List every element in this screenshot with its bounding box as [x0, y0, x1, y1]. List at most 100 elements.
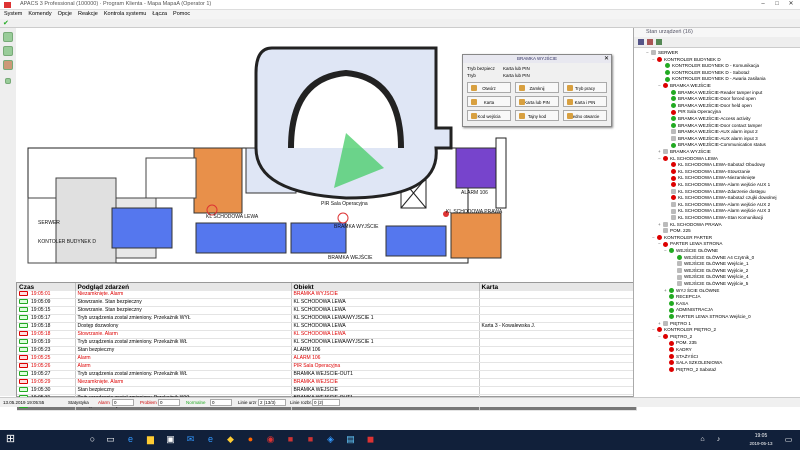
- tree-node[interactable]: KL SCHODOWA LEWA-Sabotaż Obudowy: [666, 162, 765, 168]
- event-row[interactable]: 19:05:19 Tryb urządzenia został zmieniony…: [17, 338, 637, 347]
- tree-node[interactable]: KONTROLER BUDYNEK D - Komunikacja: [660, 63, 759, 69]
- tree-node[interactable]: BRAMKA WEJŚCIE-Door held open: [666, 103, 752, 109]
- popup-button[interactable]: Karta i PIN: [563, 96, 607, 107]
- ie-icon[interactable]: e: [204, 433, 217, 446]
- tree-node[interactable]: KL SCHODOWA LEWA-Sabotaż czujki dowolnej: [666, 195, 777, 201]
- event-row[interactable]: 19:05:27 Tryb urządzenia został zmieniony…: [17, 370, 637, 379]
- map-tool-button[interactable]: [3, 46, 13, 56]
- tree-node[interactable]: KL SCHODOWA LEWA-Zdarzenie dostępu: [666, 189, 766, 195]
- tree-node[interactable]: − BRAMKA WEJŚCIE: [658, 83, 711, 89]
- popup-button[interactable]: Zamknij: [515, 82, 559, 93]
- event-row[interactable]: 19:05:15 Stowrzanie. Stan bezpieczny KL SC…: [17, 306, 637, 315]
- tree-node[interactable]: − PARTER LEWA STRONA: [658, 241, 723, 247]
- tree-node[interactable]: KL SCHODOWA LEWA-Niezamknięte: [666, 175, 755, 181]
- tree-node[interactable]: BRAMKA WEJŚCIE-Reader tamper input: [666, 90, 762, 96]
- tree-node[interactable]: BRAMKA WEJŚCIE-AUX alarm input 3: [666, 136, 758, 142]
- notification-icon[interactable]: ▭: [782, 433, 795, 446]
- tree-node[interactable]: BRAMKA WEJŚCIE-Communication status: [666, 142, 766, 148]
- tree-node[interactable]: + KL SCHODOWA PRAWA: [658, 222, 722, 228]
- event-row[interactable]: 19:05:23 Stan bezpieczny ALARM 106: [17, 346, 637, 355]
- volume-icon[interactable]: ♪: [712, 433, 725, 446]
- mail-icon[interactable]: ✉: [184, 433, 197, 446]
- tree-node[interactable]: POM. 235: [664, 340, 697, 346]
- map-tool-button[interactable]: [5, 78, 11, 84]
- tree-node[interactable]: + WYJ ŚCIE GŁÓWNE: [664, 288, 719, 294]
- tree-node[interactable]: KONTROLER BUDYNEK D - Awaria zasilania: [660, 76, 766, 82]
- tree-node[interactable]: KADRY: [664, 347, 692, 353]
- tree-node[interactable]: PIR Sala Operacyjna: [666, 109, 721, 115]
- tree-node[interactable]: − SERWER: [646, 50, 678, 56]
- search-icon[interactable]: ○: [86, 433, 99, 446]
- col-karta[interactable]: Karta: [479, 283, 637, 291]
- menu-item[interactable]: System: [4, 10, 22, 19]
- event-row[interactable]: 19:05:18 Stowrzanie. Alarm KL SCHODOWA LEW…: [17, 330, 637, 339]
- popup-button[interactable]: Kod wejścia: [467, 110, 511, 121]
- tree-node[interactable]: WEJŚCIE GŁÓWNE Wyjście_2: [672, 268, 748, 274]
- popup-button[interactable]: Otwórz: [467, 82, 511, 93]
- popup-button[interactable]: Karta: [467, 96, 511, 107]
- store-icon[interactable]: ▣: [164, 433, 177, 446]
- tree-node[interactable]: POM. 225: [658, 228, 691, 234]
- col-czas[interactable]: Czas: [17, 283, 76, 291]
- ok-filter-icon[interactable]: [656, 39, 662, 45]
- tree-node[interactable]: STAŻYŚCI: [664, 354, 698, 360]
- edge-icon[interactable]: e: [124, 433, 137, 446]
- col-obiekt[interactable]: Obiekt: [291, 283, 480, 291]
- tree-node[interactable]: − KONTROLER PARTER: [652, 235, 712, 241]
- alarm-filter-icon[interactable]: [647, 39, 653, 45]
- tree-node[interactable]: − KONTROLER PIĘTRO_2: [652, 327, 716, 333]
- tree-node[interactable]: KL SCHODOWA LEWA-Alarm wejście AUX 3: [666, 208, 770, 214]
- popup-close-icon[interactable]: ✕: [604, 55, 609, 62]
- app-icon-4[interactable]: ■: [284, 433, 297, 446]
- minimize-button[interactable]: –: [756, 0, 770, 9]
- tree-node[interactable]: + BRAMKA WYJŚCIE: [658, 149, 711, 155]
- tree-node[interactable]: − KONTROLER BUDYNEK D: [652, 57, 721, 63]
- tree-node[interactable]: − PIĘTRO_2: [658, 334, 692, 340]
- tree-node[interactable]: + PIĘTRO 1: [658, 321, 691, 327]
- event-row[interactable]: 19:05:01 Niezamknięte. Alarm BRAMKA WYJŚCI…: [17, 291, 637, 299]
- tree-node[interactable]: SALA SZKOLENIOWA: [664, 360, 722, 366]
- app-icon-8[interactable]: ◼: [364, 433, 377, 446]
- folder-icon[interactable]: ▆: [144, 433, 157, 446]
- tree-node[interactable]: KL SCHODOWA LEWA-Stan Komunikacji: [666, 215, 763, 221]
- maximize-button[interactable]: □: [770, 0, 784, 9]
- event-row[interactable]: 19:05:25 Alarm ALARM 106: [17, 354, 637, 363]
- menu-item[interactable]: Pomoc: [173, 10, 190, 19]
- filter-icon[interactable]: [638, 39, 644, 45]
- tree-node[interactable]: − WEJŚCIE GŁÓWNE: [664, 248, 718, 254]
- windows-start-icon[interactable]: ⊞: [4, 433, 17, 446]
- check-icon[interactable]: ✔: [3, 20, 10, 27]
- event-row[interactable]: 19:05:29 Niezamknięte. Alarm BRAMKA WEJŚCI…: [17, 378, 637, 387]
- tree-node[interactable]: KL SCHODOWA LEWA-Alarm wejście AUX 2: [666, 202, 770, 208]
- task-view-icon[interactable]: ▭: [104, 433, 117, 446]
- close-button[interactable]: ✕: [784, 0, 798, 9]
- menu-item[interactable]: Reakcje: [78, 10, 98, 19]
- app-icon-3[interactable]: ◉: [264, 433, 277, 446]
- tree-node[interactable]: WEJŚCIE GŁÓWNE A4 Czytnik_0: [672, 255, 754, 261]
- tree-node[interactable]: KONTROLER BUDYNEK D - Sabotaż: [660, 70, 750, 76]
- map-tool-button[interactable]: [3, 32, 13, 42]
- tree-node[interactable]: PIĘTRO_2 Sabotaż: [664, 367, 716, 373]
- tree-node[interactable]: WEJŚCIE GŁÓWNE Wejście_4: [672, 274, 749, 280]
- popup-button[interactable]: Tryb pracy: [563, 82, 607, 93]
- menu-item[interactable]: Kontrola systemu: [104, 10, 147, 19]
- map-tool-button[interactable]: [3, 60, 13, 70]
- tree-node[interactable]: PARTER LEWA STRONA Wejście_0: [664, 314, 751, 320]
- tree-node[interactable]: BRAMKA WEJŚCIE-Door forced open: [666, 96, 756, 102]
- event-row[interactable]: 19:05:26 Alarm PIR Sala Operacyjna: [17, 362, 637, 371]
- tree-node[interactable]: BRAMKA WEJŚCIE-AUX alarm input 2: [666, 129, 758, 135]
- tree-node[interactable]: BRAMKA WEJŚCIE-Door contact tamper: [666, 123, 762, 129]
- app-icon-7[interactable]: ▤: [344, 433, 357, 446]
- app-icon-2[interactable]: ●: [244, 433, 257, 446]
- col-podglad[interactable]: Podgląd zdarzeń: [75, 283, 292, 291]
- event-row[interactable]: 19:05:18 Dostęp dozwolony KL SCHODOWA LEWA…: [17, 322, 637, 331]
- tree-node[interactable]: WEJŚCIE GŁÓWNE Wejście_1: [672, 261, 749, 267]
- tree-node[interactable]: KL SCHODOWA LEWA-Alarm wejście AUX 1: [666, 182, 770, 188]
- tree-node[interactable]: RECEPCJA: [664, 294, 701, 300]
- popup-button[interactable]: Karta lub PIN: [515, 96, 559, 107]
- menu-item[interactable]: Komendy: [28, 10, 51, 19]
- menu-item[interactable]: Łącza: [152, 10, 167, 19]
- tree-node[interactable]: ADMINISTRACJA: [664, 307, 713, 313]
- popup-button[interactable]: Tajny kod: [515, 110, 559, 121]
- tree-node[interactable]: − KL SCHODOWA LEWA: [658, 156, 718, 162]
